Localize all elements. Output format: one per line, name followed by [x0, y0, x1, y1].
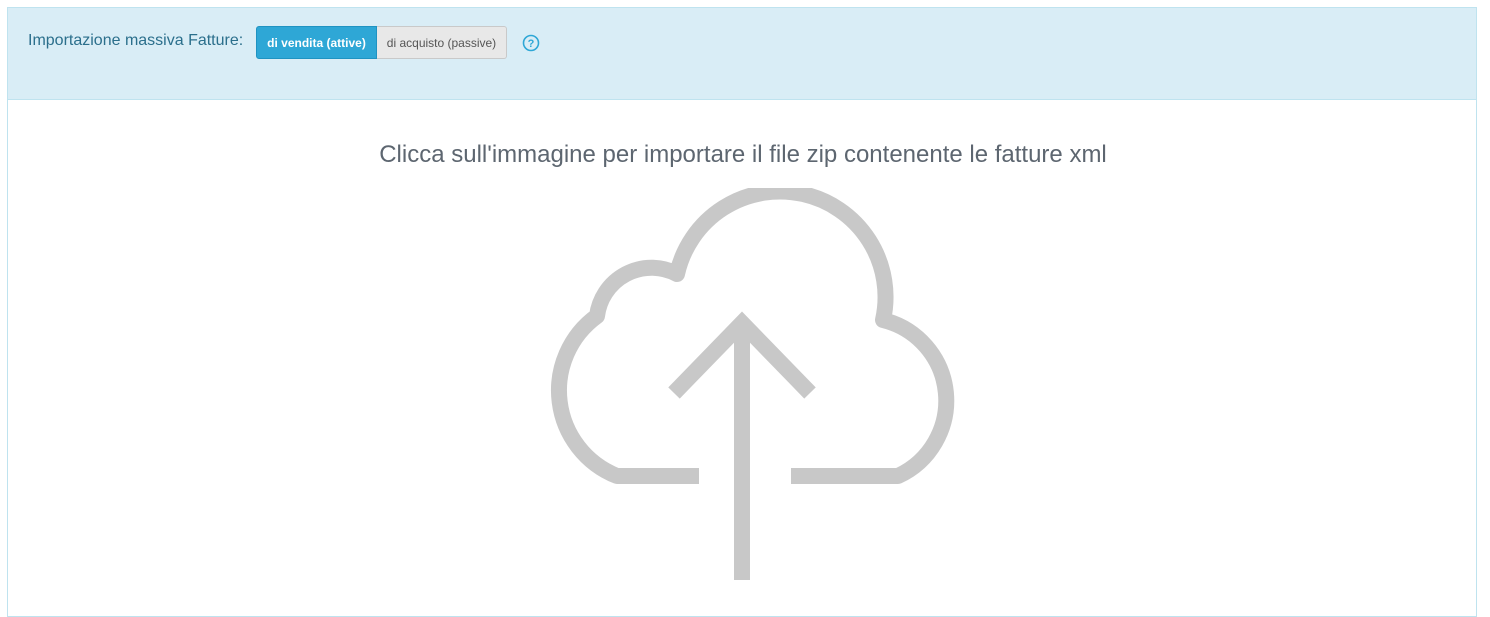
panel-header: Importazione massiva Fatture: di vendita… — [8, 8, 1476, 100]
import-panel: Importazione massiva Fatture: di vendita… — [7, 7, 1477, 617]
purchase-invoices-button[interactable]: di acquisto (passive) — [377, 26, 507, 59]
cloud-upload-icon[interactable] — [508, 188, 998, 598]
question-circle-icon[interactable]: ? — [522, 34, 540, 52]
svg-text:?: ? — [528, 38, 535, 50]
invoice-type-toggle: di vendita (attive) di acquisto (passive… — [256, 26, 507, 59]
import-label: Importazione massiva Fatture: — [28, 32, 244, 49]
sales-invoices-button[interactable]: di vendita (attive) — [256, 26, 377, 59]
upload-instruction: Clicca sull'immagine per importare il fi… — [379, 141, 1107, 168]
